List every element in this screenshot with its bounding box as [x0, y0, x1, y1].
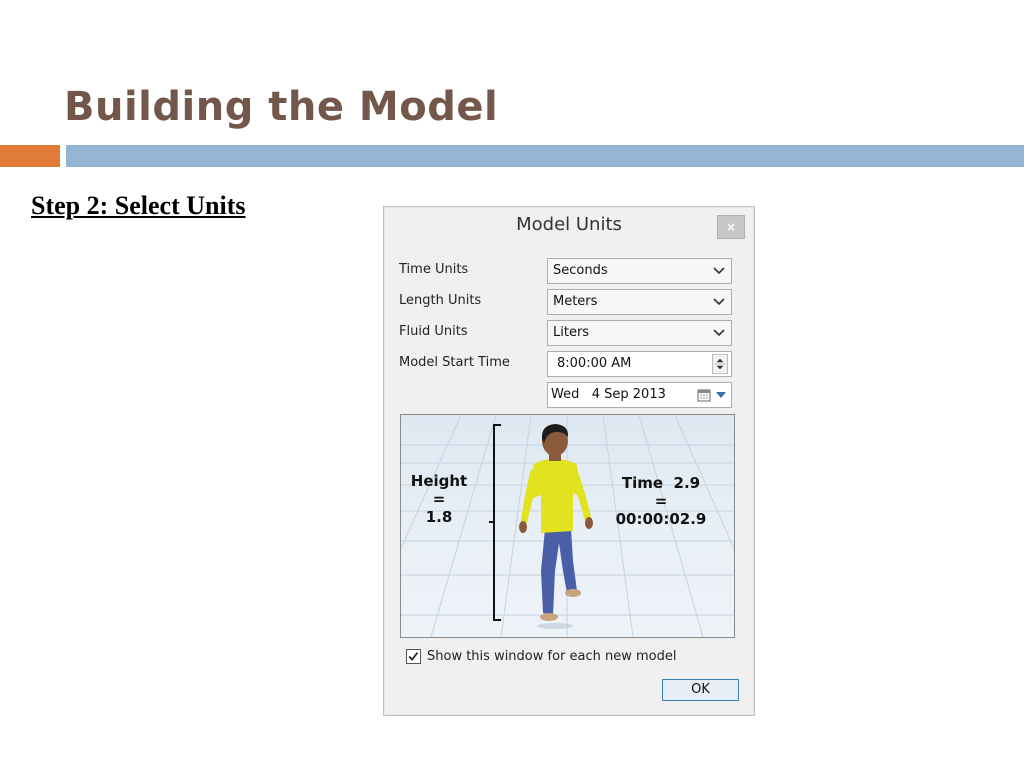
chevron-down-icon: [713, 267, 725, 275]
length-units-label: Length Units: [399, 293, 482, 308]
chevron-down-icon: [713, 329, 725, 337]
ok-button[interactable]: OK: [662, 679, 739, 701]
height-bracket: [489, 424, 501, 621]
start-date-picker[interactable]: Wed 4 Sep 2013: [547, 382, 732, 408]
dialog-title: Model Units: [516, 214, 622, 235]
time-annotation: Time 2.9 = 00:00:02.9: [615, 474, 707, 528]
chevron-down-icon: [713, 298, 725, 306]
spinner-buttons[interactable]: [712, 354, 728, 374]
length-units-value: Meters: [553, 294, 598, 309]
length-units-select[interactable]: Meters: [547, 289, 732, 315]
model-start-time-label: Model Start Time: [399, 355, 510, 370]
height-annotation: Height = 1.8: [410, 472, 468, 526]
show-window-checkbox-label: Show this window for each new model: [427, 649, 677, 664]
person-figure: [519, 424, 593, 629]
calendar-icon: [697, 389, 711, 402]
checkmark-icon: [408, 652, 419, 661]
slide-title: Building the Model: [64, 84, 499, 130]
start-time-value: 8:00:00 AM: [557, 356, 632, 371]
start-date-value: Wed 4 Sep 2013: [551, 387, 666, 402]
title-rule-blue: [66, 145, 1024, 167]
fluid-units-label: Fluid Units: [399, 324, 468, 339]
model-preview: Height = 1.8 Time 2.9 = 00:00:02.9: [400, 414, 735, 638]
time-units-value: Seconds: [553, 263, 608, 278]
fluid-units-value: Liters: [553, 325, 590, 340]
dropdown-arrow-icon[interactable]: [716, 391, 726, 399]
model-units-dialog: Model Units × Time Units Seconds Length …: [383, 206, 755, 716]
time-units-select[interactable]: Seconds: [547, 258, 732, 284]
spinner-arrows-icon: [713, 358, 727, 370]
time-units-label: Time Units: [399, 262, 469, 277]
title-rule-orange: [0, 145, 60, 167]
show-window-checkbox[interactable]: [406, 649, 421, 664]
step-heading: Step 2: Select Units: [31, 191, 246, 220]
start-time-spinner[interactable]: 8:00:00 AM: [547, 351, 732, 377]
fluid-units-select[interactable]: Liters: [547, 320, 732, 346]
close-button[interactable]: ×: [717, 215, 745, 239]
